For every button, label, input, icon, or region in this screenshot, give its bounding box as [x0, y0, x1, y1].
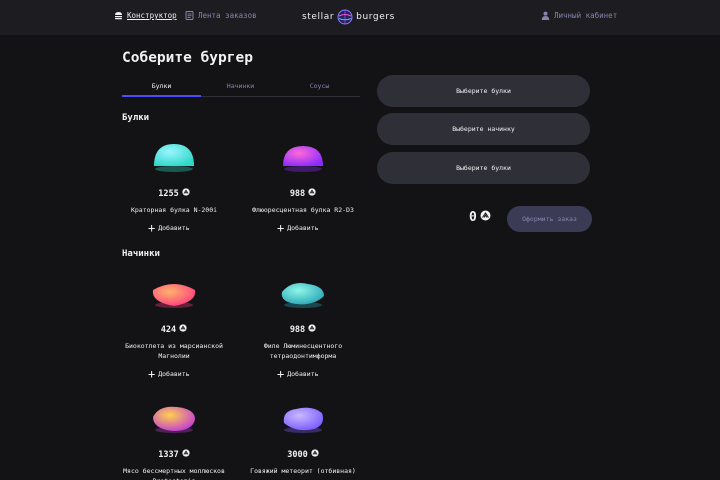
ingredient-price: 424	[114, 324, 234, 335]
ingredient-card[interactable]: 1255 Краторная булка N-200i + Добавить	[114, 140, 234, 234]
app-header: Конструктор Лента заказов stellar burger…	[0, 0, 720, 35]
ingredient-tabs: Булки Начинки Соусы	[122, 80, 360, 97]
section-fillings-title: Начинки	[122, 249, 160, 259]
list-icon	[185, 11, 194, 20]
ingredient-card[interactable]: 988 Филе Люминесцентного тетраодонтимфор…	[243, 276, 363, 380]
logo[interactable]: stellar burgers	[302, 8, 420, 26]
order-total: 0	[469, 210, 491, 225]
nav-account-label: Личный кабинет	[554, 11, 618, 20]
add-ingredient-button[interactable]: + Добавить	[148, 367, 190, 381]
tab-buns[interactable]: Булки	[122, 82, 201, 90]
plus-icon: +	[148, 367, 156, 381]
add-ingredient-button[interactable]: + Добавить	[277, 221, 319, 235]
planet-logo-icon	[337, 9, 353, 25]
ingredient-price-value: 424	[160, 324, 177, 335]
ingredient-image	[278, 276, 328, 310]
currency-icon	[308, 324, 316, 335]
ingredient-price-value: 1337	[158, 449, 179, 460]
ingredient-price-value: 988	[289, 188, 306, 199]
ingredient-price: 1337	[114, 449, 234, 460]
logo-text-right: burgers	[356, 12, 395, 22]
place-order-button[interactable]: Оформить заказ	[507, 206, 592, 232]
active-tab-indicator	[122, 95, 201, 97]
ingredient-image	[278, 140, 328, 174]
bun-bottom-slot[interactable]: Выберите булки	[377, 152, 590, 184]
currency-icon	[311, 449, 319, 460]
currency-icon	[179, 324, 187, 335]
nav-constructor-label: Конструктор	[127, 11, 177, 20]
add-label: Добавить	[287, 224, 319, 232]
add-ingredient-button[interactable]: + Добавить	[148, 221, 190, 235]
nav-constructor[interactable]: Конструктор	[114, 11, 177, 20]
user-icon	[541, 11, 550, 20]
ingredient-price: 3000	[243, 449, 363, 460]
bun-top-slot[interactable]: Выберите булки	[377, 75, 590, 107]
ingredient-price: 988	[243, 188, 363, 199]
ingredient-card[interactable]: 424 Биокотлета из марсианской Магнолии +…	[114, 276, 234, 380]
ingredient-card[interactable]: 1337 Мясо бессмертных моллюсков Protosto…	[114, 401, 234, 480]
ingredient-price-value: 1255	[158, 188, 179, 199]
ingredient-name: Говяжий метеорит (отбивная)	[250, 467, 356, 475]
ingredient-price-value: 988	[289, 324, 306, 335]
logo-text-left: stellar	[302, 12, 335, 22]
nav-order-feed[interactable]: Лента заказов	[185, 11, 257, 20]
tab-sauces[interactable]: Соусы	[280, 82, 359, 90]
page-title: Соберите бургер	[122, 50, 253, 66]
currency-icon	[308, 188, 316, 199]
tab-fillings[interactable]: Начинки	[201, 82, 280, 90]
ingredient-name: Флюоресцентная булка R2-D3	[252, 206, 354, 214]
filling-slot[interactable]: Выберите начинку	[377, 113, 590, 145]
ingredient-name: Краторная булка N-200i	[130, 206, 218, 214]
currency-icon	[182, 188, 190, 199]
plus-icon: +	[277, 367, 285, 381]
ingredient-price: 988	[243, 324, 363, 335]
burger-icon	[114, 11, 123, 20]
ingredient-card[interactable]: 3000 Говяжий метеорит (отбивная)	[243, 401, 363, 476]
add-label: Добавить	[287, 370, 319, 378]
ingredient-name: Мясо бессмертных моллюсков Protostomia	[123, 467, 225, 480]
nav-account[interactable]: Личный кабинет	[541, 11, 617, 20]
currency-icon	[182, 449, 190, 460]
plus-icon: +	[148, 221, 156, 235]
ingredient-image	[149, 401, 199, 435]
ingredient-price: 1255	[114, 188, 234, 199]
currency-icon	[480, 210, 491, 225]
add-label: Добавить	[158, 224, 190, 232]
add-label: Добавить	[158, 370, 190, 378]
ingredient-name: Биокотлета из марсианской Магнолии	[125, 342, 223, 360]
ingredient-name: Филе Люминесцентного тетраодонтимформа	[263, 342, 343, 360]
order-total-value: 0	[469, 210, 477, 225]
add-ingredient-button[interactable]: + Добавить	[277, 367, 319, 381]
ingredient-image	[149, 140, 199, 174]
ingredient-image	[278, 401, 328, 435]
ingredient-image	[149, 276, 199, 310]
nav-order-feed-label: Лента заказов	[198, 11, 257, 20]
plus-icon: +	[277, 221, 285, 235]
ingredient-card[interactable]: 988 Флюоресцентная булка R2-D3 + Добавит…	[243, 140, 363, 234]
section-buns-title: Булки	[122, 113, 150, 123]
ingredient-price-value: 3000	[287, 449, 308, 460]
